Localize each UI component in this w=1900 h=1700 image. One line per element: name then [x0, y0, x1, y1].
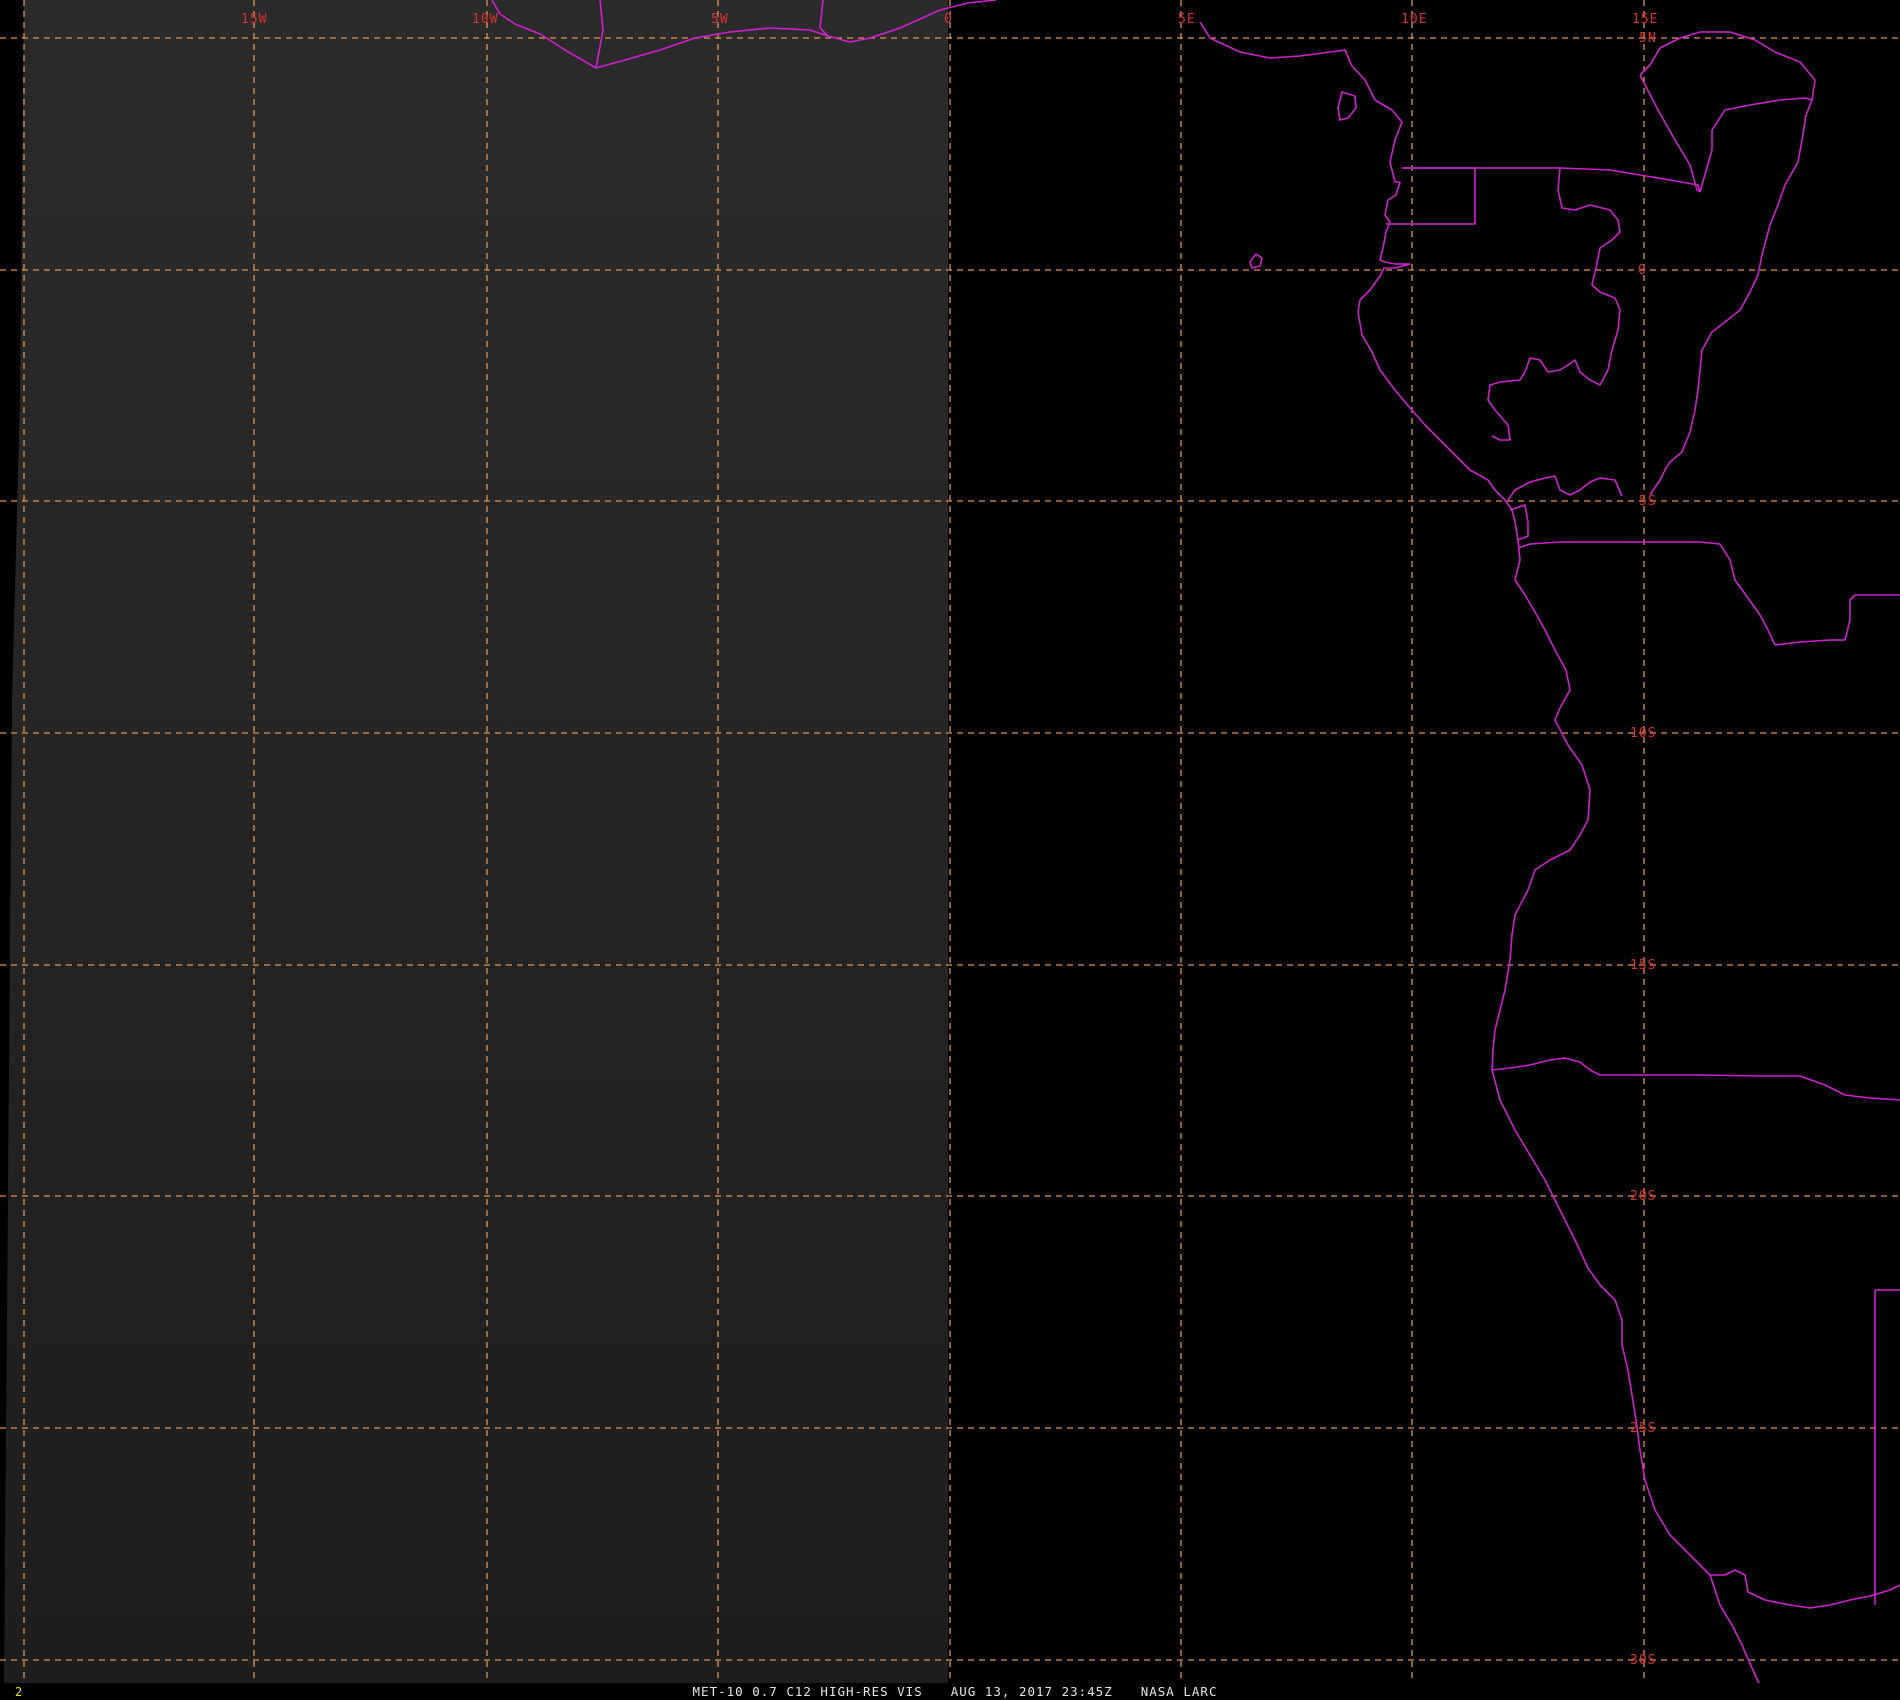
data-source: NASA LARC: [1140, 1684, 1218, 1699]
satellite-map: 15W 10W 5W 0 5E 10E 15E 5N 0 5S 10S 15S …: [0, 0, 1900, 1691]
border-cameroon-south: [1402, 167, 1701, 193]
border-gabon-congo: [1487, 167, 1621, 441]
border-namibia-south-africa: [1874, 1289, 1900, 1605]
lat-label-10S: 10S: [1630, 726, 1656, 741]
lat-label-20S: 20S: [1630, 1189, 1656, 1204]
lat-label-25S: 25S: [1630, 1421, 1656, 1436]
lon-label-15W: 15W: [241, 12, 267, 27]
coastline-south-africa-south: [1710, 1569, 1900, 1609]
lon-label-10W: 10W: [472, 12, 498, 27]
coastline-angola-namibia-south-africa: [1491, 539, 1763, 1691]
coastline-nigeria-cameroon: [1199, 21, 1519, 541]
lat-label-15S: 15S: [1630, 958, 1656, 973]
imagery-shaded-region: [4, 0, 948, 1685]
border-cameroon-car: [1699, 97, 1813, 193]
lat-label-5N: 5N: [1639, 31, 1657, 46]
border-congo-drc: [1507, 475, 1623, 501]
border-angola-drc-east: [1719, 543, 1900, 646]
product-name: MET-10 0.7 C12 HIGH-RES VIS: [692, 1684, 923, 1699]
lon-label-10E: 10E: [1401, 12, 1427, 27]
lat-label-0: 0: [1638, 263, 1647, 278]
island-sao-tome: [1249, 253, 1263, 269]
border-namibia-north: [1491, 1057, 1900, 1101]
lon-label-0: 0: [944, 12, 953, 27]
lon-label-15E: 15E: [1632, 12, 1658, 27]
lon-label-5W: 5W: [711, 12, 729, 27]
image-caption: MET-10 0.7 C12 HIGH-RES VIS AUG 13, 2017 …: [0, 1684, 1900, 1699]
island-bioko: [1337, 91, 1357, 121]
border-angola-drc-north: [1517, 541, 1721, 549]
lat-label-5S: 5S: [1639, 494, 1657, 509]
lat-label-30S: 30S: [1630, 1653, 1656, 1668]
lon-label-5E: 5E: [1178, 12, 1196, 27]
border-chad-car: [1639, 74, 1701, 193]
border-equatorial-guinea: [1386, 167, 1476, 225]
border-cameroon-chad: [1639, 31, 1816, 496]
status-bar: 2 MET-10 0.7 C12 HIGH-RES VIS AUG 13, 201…: [0, 1683, 1900, 1700]
observation-datetime: AUG 13, 2017 23:45Z: [950, 1684, 1113, 1699]
latitude-labels: 5N 0 5S 10S 15S 20S 25S 30S: [1630, 31, 1657, 1668]
